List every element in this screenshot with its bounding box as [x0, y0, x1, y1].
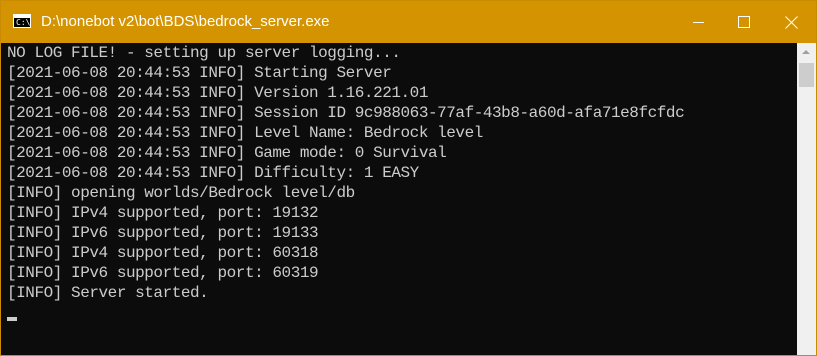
console-output[interactable]: NO LOG FILE! - setting up server logging…: [1, 43, 797, 355]
minimize-icon: [693, 22, 704, 23]
console-line: [INFO] Server started.: [7, 284, 209, 302]
console-line: [2021-06-08 20:44:53 INFO] Session ID 9c…: [7, 104, 685, 122]
console-line: [2021-06-08 20:44:53 INFO] Starting Serv…: [7, 64, 392, 82]
maximize-button[interactable]: [721, 1, 767, 43]
minimize-button[interactable]: [675, 1, 721, 43]
console-window: C:\ D:\nonebot v2\bot\BDS\bedrock_server…: [0, 0, 817, 356]
close-button[interactable]: [769, 1, 815, 43]
console-line: [2021-06-08 20:44:53 INFO] Level Name: B…: [7, 124, 483, 142]
console-line: [INFO] IPv6 supported, port: 19133: [7, 224, 319, 242]
console-line: [INFO] IPv4 supported, port: 19132: [7, 204, 319, 222]
console-line: [2021-06-08 20:44:53 INFO] Version 1.16.…: [7, 84, 428, 102]
vertical-scrollbar[interactable]: [797, 43, 816, 355]
console-line: [INFO] IPv6 supported, port: 60319: [7, 264, 319, 282]
scroll-up-arrow-icon[interactable]: [797, 43, 816, 61]
console-line: NO LOG FILE! - setting up server logging…: [7, 44, 401, 62]
console-line: [2021-06-08 20:44:53 INFO] Game mode: 0 …: [7, 144, 447, 162]
console-app-icon: C:\: [13, 14, 31, 28]
console-line: [INFO] IPv4 supported, port: 60318: [7, 244, 319, 262]
maximize-icon: [738, 16, 750, 28]
window-title: D:\nonebot v2\bot\BDS\bedrock_server.exe: [41, 13, 330, 30]
console-app-icon-prompt: C:\: [16, 18, 31, 27]
console-line: [2021-06-08 20:44:53 INFO] Difficulty: 1…: [7, 164, 419, 182]
scrollbar-thumb[interactable]: [799, 63, 814, 87]
title-bar[interactable]: C:\ D:\nonebot v2\bot\BDS\bedrock_server…: [1, 1, 816, 43]
console-line: [INFO] opening worlds/Bedrock level/db: [7, 184, 355, 202]
text-cursor: [7, 317, 17, 321]
close-icon: [785, 15, 799, 29]
